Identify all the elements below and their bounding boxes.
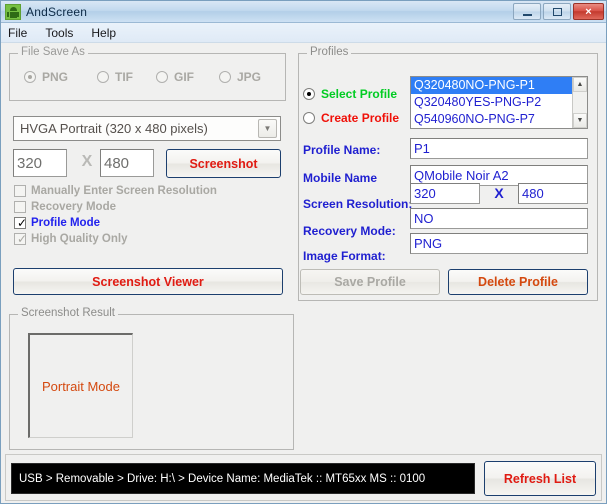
radio-create-profile-indicator [303,112,315,124]
mobile-name-label: Mobile Name [303,171,378,185]
image-format-input[interactable]: PNG [410,233,588,254]
file-save-as-title: File Save As [18,46,88,58]
checkbox-high-quality[interactable]: ✓ High Quality Only [14,232,128,246]
radio-tif-label: TIF [115,70,133,84]
close-icon: × [585,5,592,18]
checkbox-profile-mode[interactable]: ✓ Profile Mode [14,216,101,230]
screenshot-preview-panel[interactable]: Portrait Mode [28,333,133,438]
checkbox-recovery-mode-label: Recovery Mode [31,201,117,213]
profile-width-input[interactable]: 320 [410,183,480,204]
image-format-label: Image Format: [303,249,386,263]
preview-mode-label: Portrait Mode [41,378,121,394]
list-item[interactable]: Q320480NO-PNG-P1 [411,77,572,94]
resolution-preset-value: HVGA Portrait (320 x 480 pixels) [20,121,208,136]
scroll-down-icon[interactable]: ▼ [573,113,587,128]
checkbox-recovery-mode-box [14,201,26,213]
profile-name-input[interactable]: P1 [410,138,588,159]
window-title: AndScreen [26,4,88,19]
title-bar: AndScreen × [1,1,606,23]
screenshot-result-title: Screenshot Result [18,307,118,319]
radio-select-profile[interactable]: Select Profile [303,87,397,101]
delete-profile-button[interactable]: Delete Profile [448,269,588,295]
list-item[interactable]: Q320480YES-PNG-P2 [411,94,572,111]
minimize-button[interactable] [513,3,541,20]
radio-png-label: PNG [42,70,69,84]
menu-item-file[interactable]: File [8,24,36,42]
device-status-bar: USB > Removable > Drive: H:\ > Device Na… [11,463,475,494]
recovery-mode-input[interactable]: NO [410,208,588,229]
radio-png-indicator [24,71,36,83]
radio-select-profile-indicator [303,88,315,100]
android-robot-icon [5,3,21,20]
maximize-icon [552,7,562,16]
chevron-down-icon[interactable]: ▼ [258,119,277,138]
list-item[interactable]: Q540960NO-PNG-P7 [411,111,572,128]
menu-item-tools[interactable]: Tools [45,24,82,42]
close-button[interactable]: × [573,3,604,20]
menu-item-help[interactable]: Help [91,24,125,42]
checkbox-manual-resolution-box [14,185,26,197]
checkbox-profile-mode-label: Profile Mode [31,217,101,229]
recovery-mode-label: Recovery Mode: [303,224,396,238]
checkbox-profile-mode-box: ✓ [14,216,28,230]
height-input[interactable]: 480 [100,149,154,177]
screenshot-button[interactable]: Screenshot [166,149,281,178]
minimize-icon [522,13,532,16]
profile-name-label: Profile Name: [303,143,381,157]
checkbox-recovery-mode[interactable]: Recovery Mode [14,201,116,213]
file-save-as-group: File Save As PNG TIF GIF JPG [9,46,286,101]
listbox-scrollbar[interactable]: ▲ ▼ [572,77,587,128]
radio-tif[interactable]: TIF [97,70,133,84]
profiles-listbox[interactable]: Q320480NO-PNG-P1 Q320480YES-PNG-P2 Q5409… [410,76,588,129]
radio-jpg-label: JPG [237,70,262,84]
radio-create-profile[interactable]: Create Profile [303,111,399,125]
checkbox-high-quality-label: High Quality Only [31,233,128,245]
profiles-list-items: Q320480NO-PNG-P1 Q320480YES-PNG-P2 Q5409… [411,77,572,128]
radio-jpg[interactable]: JPG [219,70,261,84]
save-profile-button[interactable]: Save Profile [300,269,440,295]
radio-gif-label: GIF [174,70,194,84]
menu-bar: File Tools Help [1,23,606,43]
check-icon: ✓ [17,232,28,246]
profile-height-input[interactable]: 480 [518,183,588,204]
refresh-list-button[interactable]: Refresh List [484,461,596,496]
radio-gif[interactable]: GIF [156,70,194,84]
screenshot-viewer-button[interactable]: Screenshot Viewer [13,268,283,295]
window-controls: × [513,3,604,20]
device-status-text: USB > Removable > Drive: H:\ > Device Na… [19,472,426,485]
radio-png[interactable]: PNG [24,70,68,84]
scroll-up-icon[interactable]: ▲ [573,77,587,92]
checkbox-high-quality-box: ✓ [14,232,28,246]
andscreen-window: AndScreen × File Tools Help File Save As… [0,0,607,504]
radio-tif-indicator [97,71,109,83]
width-input[interactable]: 320 [13,149,67,177]
radio-select-profile-label: Select Profile [321,87,398,101]
maximize-button[interactable] [543,3,571,20]
profile-resolution-separator: X [494,185,504,201]
profiles-title: Profiles [307,46,352,58]
resolution-separator: X [81,153,93,170]
screen-resolution-label: Screen Resolution: [303,197,413,211]
radio-gif-indicator [156,71,168,83]
resolution-preset-combobox[interactable]: HVGA Portrait (320 x 480 pixels) ▼ [13,116,281,141]
radio-jpg-indicator [219,71,231,83]
checkbox-manual-resolution[interactable]: Manually Enter Screen Resolution [14,185,217,197]
checkbox-manual-resolution-label: Manually Enter Screen Resolution [31,185,217,197]
radio-create-profile-label: Create Profile [321,111,400,125]
check-icon: ✓ [17,216,28,230]
